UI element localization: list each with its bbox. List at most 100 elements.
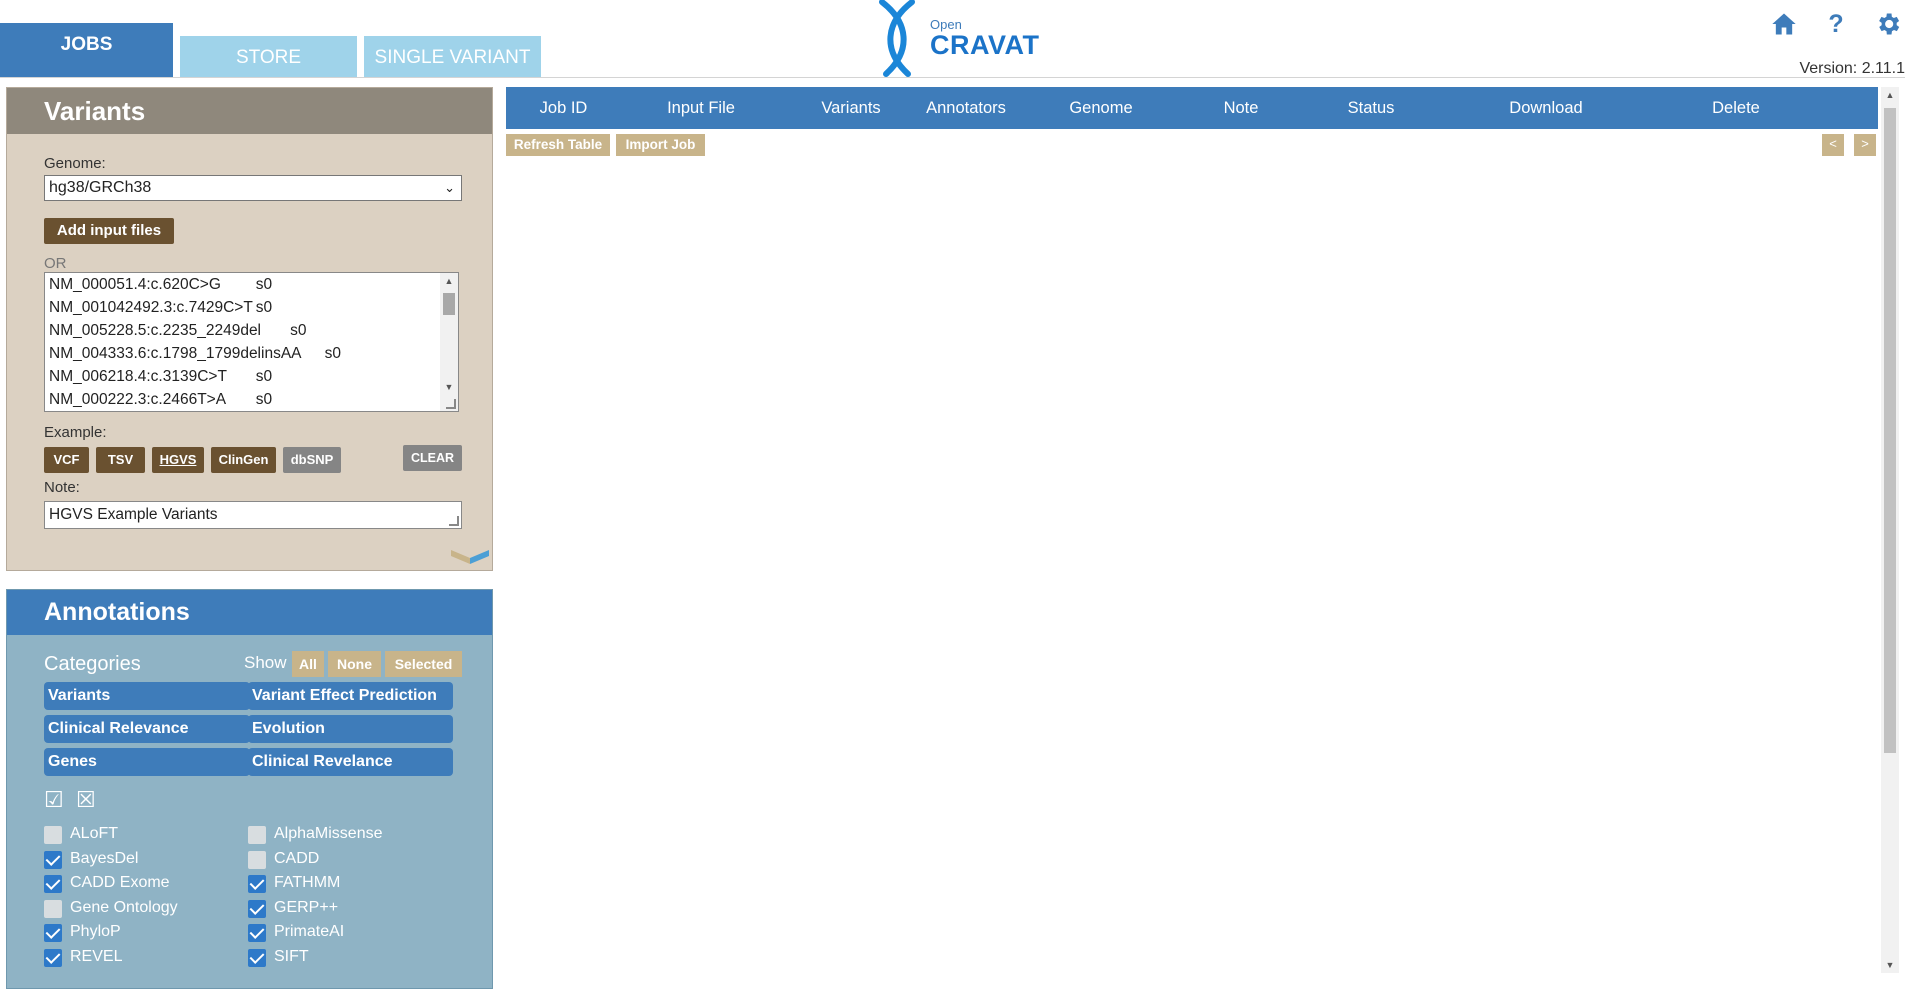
input-scrollbar[interactable]: ▲ ▼ xyxy=(440,273,458,411)
annotator-module-label: CADD xyxy=(274,849,320,867)
col-input-file[interactable]: Input File xyxy=(636,87,766,129)
resize-grip-icon[interactable] xyxy=(449,516,459,526)
jobs-table-header: Job ID Input File Variants Annotators Ge… xyxy=(506,87,1878,129)
tab-store[interactable]: STORE xyxy=(180,36,357,77)
annotator-module-label: ALoFT xyxy=(70,825,119,842)
show-none-button[interactable]: None xyxy=(328,651,381,677)
example-hgvs-button[interactable]: HGVS xyxy=(152,447,204,473)
variants-panel-title: Variants xyxy=(7,88,492,134)
col-download[interactable]: Download xyxy=(1476,87,1616,129)
genome-select[interactable]: hg38/GRCh38 ⌄ xyxy=(44,175,462,201)
clear-button[interactable]: CLEAR xyxy=(403,445,462,471)
tab-single-variant[interactable]: SINGLE VARIANT xyxy=(364,36,541,77)
scroll-up-icon[interactable]: ▲ xyxy=(440,273,458,289)
category-clinical-revelance[interactable]: Clinical Revelance xyxy=(248,748,453,776)
category-clinical-relevance[interactable]: Clinical Relevance xyxy=(44,715,250,743)
category-evolution[interactable]: Evolution xyxy=(248,715,453,743)
checkbox-unchecked-icon[interactable] xyxy=(248,850,266,869)
help-icon[interactable]: ? xyxy=(1822,10,1850,38)
variant-input-textarea[interactable]: NM_000051.4:c.620C>G s0 NM_001042492.3:c… xyxy=(44,272,459,412)
or-label: OR xyxy=(44,255,67,272)
example-clingen-button[interactable]: ClinGen xyxy=(211,447,276,473)
tab-jobs[interactable]: JOBS xyxy=(0,23,173,77)
checkbox-checked-icon[interactable] xyxy=(248,949,266,967)
annotator-module-item[interactable]: ALoFT xyxy=(44,825,234,845)
annotator-module-item[interactable]: REVEL xyxy=(44,948,234,968)
cravat-logo-icon xyxy=(879,0,915,77)
example-vcf-button[interactable]: VCF xyxy=(44,447,89,473)
input-line: NM_000222.3:c.2466T>A s0 xyxy=(49,391,273,408)
checkbox-checked-icon[interactable] xyxy=(44,924,62,943)
annotator-module-item[interactable]: CADD xyxy=(248,850,448,870)
example-label: Example: xyxy=(44,424,107,441)
refresh-table-button[interactable]: Refresh Table xyxy=(506,134,610,156)
category-variants[interactable]: Variants xyxy=(44,682,250,710)
variants-panel: Variants Genome: hg38/GRCh38 ⌄ Add input… xyxy=(6,87,493,571)
example-dbsnp-button[interactable]: dbSNP xyxy=(283,447,341,473)
annotator-module-item[interactable]: SIFT xyxy=(248,948,448,968)
check-all-icon[interactable]: ☑ xyxy=(44,787,64,813)
input-line: NM_000051.4:c.620C>G s0 xyxy=(49,276,273,293)
input-line: NM_006218.4:c.3139C>T s0 xyxy=(49,368,273,385)
page-scrollbar[interactable]: ▲ ▼ xyxy=(1881,87,1899,973)
annotator-module-label: Gene Ontology xyxy=(70,898,178,916)
checkbox-unchecked-icon[interactable] xyxy=(44,826,62,844)
annotations-panel: Annotations Categories Show All None Sel… xyxy=(6,589,493,989)
show-all-button[interactable]: All xyxy=(292,651,324,677)
annotator-module-item[interactable]: BayesDel xyxy=(44,850,234,870)
checkbox-checked-icon[interactable] xyxy=(44,850,62,869)
scroll-down-icon[interactable]: ▼ xyxy=(440,379,458,395)
scroll-up-icon[interactable]: ▲ xyxy=(1881,87,1899,103)
show-label: Show xyxy=(244,653,287,672)
scroll-down-icon[interactable]: ▼ xyxy=(1881,957,1899,973)
annotator-module-item[interactable]: Gene Ontology xyxy=(44,899,234,919)
show-selected-button[interactable]: Selected xyxy=(385,651,462,677)
category-genes[interactable]: Genes xyxy=(44,748,250,776)
home-icon[interactable] xyxy=(1770,10,1798,38)
annotator-module-item[interactable]: CADD Exome xyxy=(44,874,234,894)
checkbox-checked-icon[interactable] xyxy=(248,924,266,943)
annotator-module-item[interactable]: PhyloP xyxy=(44,923,234,943)
col-status[interactable]: Status xyxy=(1316,87,1426,129)
annotator-module-item[interactable]: FATHMM xyxy=(248,874,448,894)
resize-grip-icon[interactable] xyxy=(446,399,456,409)
col-genome[interactable]: Genome xyxy=(1046,87,1156,129)
col-variants[interactable]: Variants xyxy=(796,87,906,129)
checkbox-unchecked-icon[interactable] xyxy=(44,899,62,918)
annotator-module-label: BayesDel xyxy=(70,849,139,867)
collapse-icon[interactable] xyxy=(451,548,489,564)
gear-icon[interactable] xyxy=(1874,10,1902,38)
import-job-button[interactable]: Import Job xyxy=(616,134,705,156)
annotations-panel-title: Annotations xyxy=(7,590,492,635)
previous-page-button[interactable]: < xyxy=(1822,134,1844,156)
scrollbar-thumb[interactable] xyxy=(443,293,455,315)
header-divider xyxy=(0,77,1905,78)
checkbox-checked-icon[interactable] xyxy=(248,899,266,918)
col-delete[interactable]: Delete xyxy=(1666,87,1806,129)
checkbox-checked-icon[interactable] xyxy=(44,875,62,894)
annotator-module-label: GERP++ xyxy=(274,898,339,916)
genome-label: Genome: xyxy=(44,155,106,172)
note-field[interactable]: HGVS Example Variants xyxy=(44,501,462,529)
next-page-button[interactable]: > xyxy=(1854,134,1876,156)
checkbox-unchecked-icon[interactable] xyxy=(248,826,266,844)
example-tsv-button[interactable]: TSV xyxy=(96,447,145,473)
uncheck-all-icon[interactable]: ☒ xyxy=(76,787,96,813)
annotator-module-label: SIFT xyxy=(274,948,309,965)
col-annotators[interactable]: Annotators xyxy=(906,87,1026,129)
categories-label: Categories xyxy=(44,653,141,675)
annotator-module-item[interactable]: PrimateAI xyxy=(248,923,448,943)
add-input-files-button[interactable]: Add input files xyxy=(44,218,174,244)
checkbox-checked-icon[interactable] xyxy=(248,875,266,894)
note-value: HGVS Example Variants xyxy=(49,506,218,523)
annotator-module-item[interactable]: AlphaMissense xyxy=(248,825,448,845)
annotator-module-label: PhyloP xyxy=(70,923,121,941)
category-variant-effect-prediction[interactable]: Variant Effect Prediction xyxy=(248,682,453,710)
input-line: NM_004333.6:c.1798_1799delinsAA s0 xyxy=(49,345,341,362)
col-note[interactable]: Note xyxy=(1196,87,1286,129)
page-scrollbar-thumb[interactable] xyxy=(1884,108,1896,753)
chevron-down-icon: ⌄ xyxy=(444,180,455,195)
checkbox-checked-icon[interactable] xyxy=(44,949,62,967)
col-job-id[interactable]: Job ID xyxy=(506,87,621,129)
annotator-module-item[interactable]: GERP++ xyxy=(248,899,448,919)
